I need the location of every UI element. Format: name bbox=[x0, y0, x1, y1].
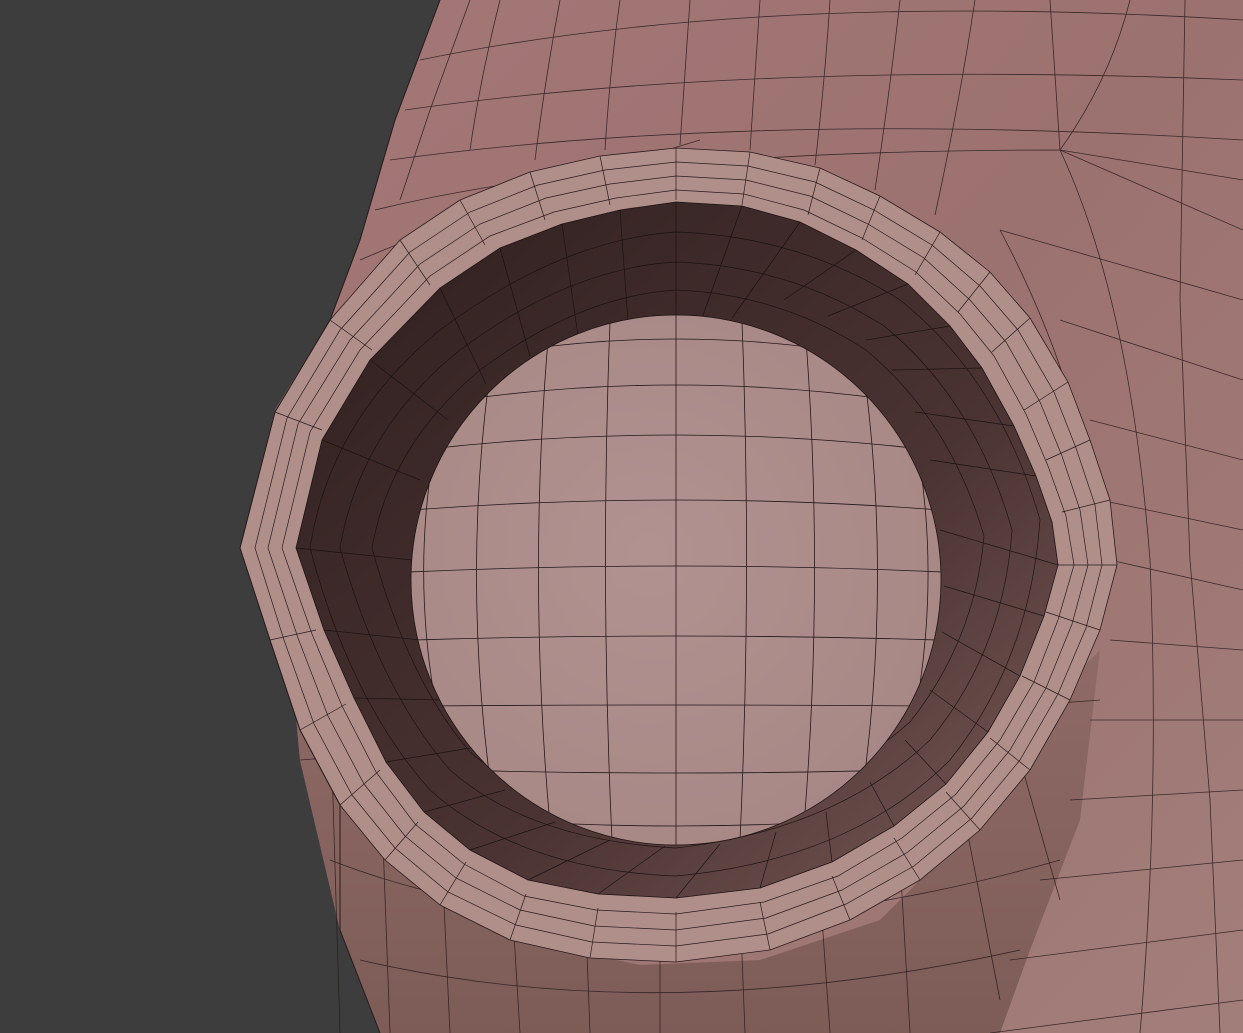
3d-viewport[interactable] bbox=[0, 0, 1243, 1033]
